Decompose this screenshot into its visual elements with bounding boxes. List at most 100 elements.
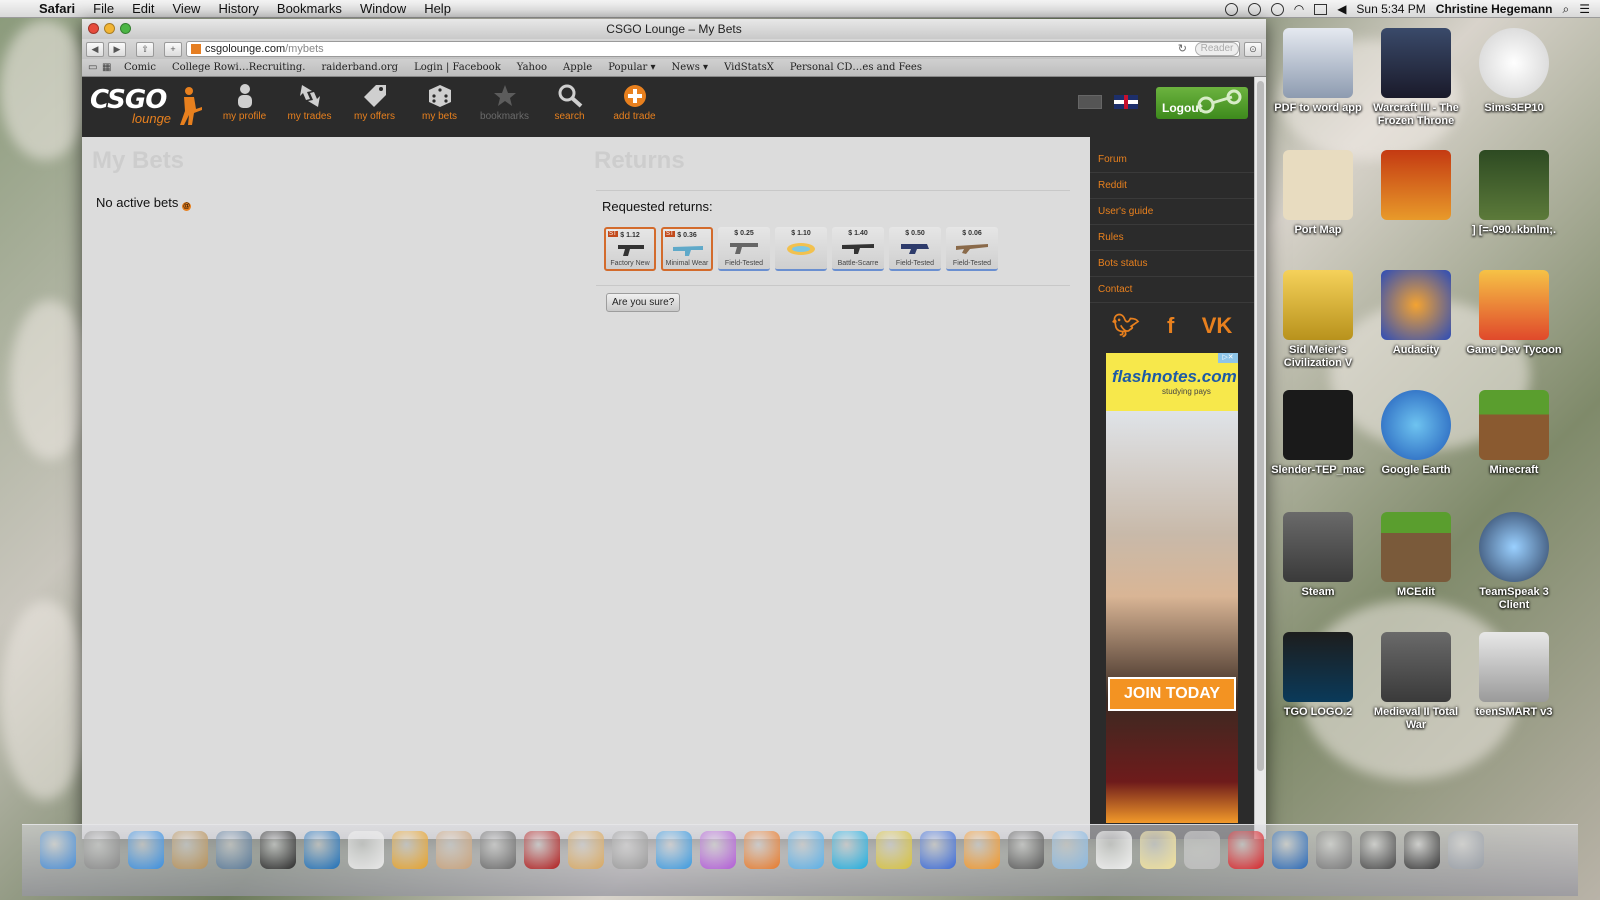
dock-app-icon[interactable] — [788, 831, 824, 869]
volume-icon[interactable]: ◀ — [1337, 2, 1346, 16]
desktop-icon[interactable]: PDF to word app — [1270, 28, 1366, 115]
dock-app-icon[interactable] — [1052, 831, 1088, 869]
sidebar-item-reddit[interactable]: Reddit — [1090, 173, 1254, 199]
dock-app-icon[interactable] — [260, 831, 296, 869]
nav-search[interactable]: search — [537, 81, 602, 122]
nav-my-offers[interactable]: my offers — [342, 81, 407, 122]
menu-help[interactable]: Help — [415, 1, 460, 16]
desktop-icon[interactable]: Game Dev Tycoon — [1466, 270, 1562, 357]
uk-flag-icon[interactable] — [1114, 95, 1138, 109]
sidebar-item-forum[interactable]: Forum — [1090, 147, 1254, 173]
back-button[interactable]: ◀ — [86, 41, 104, 57]
menu-edit[interactable]: Edit — [123, 1, 163, 16]
desktop-icon[interactable]: teenSMART v3 — [1466, 632, 1562, 719]
dock-app-icon[interactable] — [40, 831, 76, 869]
join-today-button[interactable]: JOIN TODAY — [1108, 677, 1236, 711]
reload-icon[interactable]: ↻ — [1178, 42, 1187, 56]
dock-app-icon[interactable] — [524, 831, 560, 869]
bookmark-item[interactable]: Personal CD…es and Fees — [782, 62, 930, 73]
dock-app-icon[interactable] — [304, 831, 340, 869]
dock-app-icon[interactable] — [1228, 831, 1264, 869]
sync-icon[interactable] — [1224, 2, 1238, 16]
desktop-icon[interactable]: MCEdit — [1368, 512, 1464, 599]
notification-center-icon[interactable]: ☰ — [1579, 2, 1590, 16]
wifi-icon[interactable]: ◠ — [1294, 2, 1304, 16]
desktop-icon[interactable]: Medieval II Total War — [1368, 632, 1464, 732]
desktop-icon[interactable]: Google Earth — [1368, 390, 1464, 477]
bookmark-item[interactable]: raiderband.org — [313, 62, 406, 73]
dock-app-icon[interactable] — [920, 831, 956, 869]
language-flag-icon[interactable] — [1078, 95, 1102, 109]
dock-app-icon[interactable] — [1184, 831, 1220, 869]
dock-app-icon[interactable] — [172, 831, 208, 869]
nav-add-trade[interactable]: add trade — [602, 81, 667, 122]
app-menu[interactable]: Safari — [30, 1, 84, 16]
dock-app-icon[interactable] — [84, 831, 120, 869]
scrollbar-thumb[interactable] — [1257, 81, 1264, 771]
close-window-icon[interactable] — [88, 23, 99, 34]
dock-app-icon[interactable] — [128, 831, 164, 869]
menu-bookmarks[interactable]: Bookmarks — [268, 1, 351, 16]
dock-app-icon[interactable] — [656, 831, 692, 869]
twitter-icon[interactable]: 🐦︎ — [1112, 313, 1140, 339]
sidebar-item-users-guide[interactable]: User's guide — [1090, 199, 1254, 225]
bookmark-item[interactable]: Popular ▾ — [600, 62, 663, 73]
share-button[interactable]: ⇧ — [136, 41, 154, 57]
time-machine-icon[interactable] — [1270, 2, 1284, 16]
accessibility-icon[interactable] — [1247, 2, 1261, 16]
dock-app-icon[interactable] — [1448, 831, 1484, 869]
dock-app-icon[interactable] — [1008, 831, 1044, 869]
battery-icon[interactable] — [1314, 3, 1328, 15]
logout-button[interactable]: Logout — [1156, 87, 1248, 119]
desktop-icon[interactable]: Warcraft III - The Frozen Throne — [1368, 28, 1464, 128]
bookmark-item[interactable]: Yahoo — [509, 62, 555, 73]
clock[interactable]: Sun 5:34 PM — [1356, 2, 1425, 16]
desktop-icon[interactable]: Slender-TEP_mac — [1270, 390, 1366, 477]
dock-app-icon[interactable] — [436, 831, 472, 869]
dock-app-icon[interactable] — [1404, 831, 1440, 869]
address-bar[interactable]: csgolounge.com/mybets ↻ Reader — [186, 41, 1240, 57]
dock-app-icon[interactable] — [876, 831, 912, 869]
menu-file[interactable]: File — [84, 1, 123, 16]
dock-app-icon[interactable] — [568, 831, 604, 869]
menu-window[interactable]: Window — [351, 1, 415, 16]
bookmark-item[interactable]: Comic — [116, 62, 164, 73]
forward-button[interactable]: ▶ — [108, 41, 126, 57]
desktop-icon[interactable]: Sims3EP10 — [1466, 28, 1562, 115]
advertisement[interactable]: ▷✕ flashnotes.com studying pays JOIN TOD… — [1106, 353, 1238, 823]
dock-app-icon[interactable] — [700, 831, 736, 869]
desktop-icon[interactable]: Sid Meier's Civilization V — [1270, 270, 1366, 370]
desktop-icon[interactable]: ] [=-090..kbnlm;. — [1466, 150, 1562, 237]
nav-my-trades[interactable]: my trades — [277, 81, 342, 122]
desktop-icon[interactable]: Port Map — [1270, 150, 1366, 237]
downloads-button[interactable]: ⊙ — [1244, 41, 1262, 57]
bookmark-item[interactable]: News ▾ — [664, 62, 717, 73]
sidebar-item-rules[interactable]: Rules — [1090, 225, 1254, 251]
return-item[interactable]: $ 0.25 Field-Tested — [718, 227, 770, 271]
return-item[interactable]: $ 1.10 — [775, 227, 827, 271]
top-sites-icon[interactable]: ▦ — [102, 62, 116, 73]
zoom-window-icon[interactable] — [120, 23, 131, 34]
desktop-icon[interactable]: TGO LOGO.2 — [1270, 632, 1366, 719]
menu-history[interactable]: History — [209, 1, 267, 16]
reading-list-icon[interactable]: ▭ — [88, 62, 102, 73]
dock-app-icon[interactable] — [1096, 831, 1132, 869]
nav-bookmarks[interactable]: bookmarks — [472, 81, 537, 122]
bookmark-item[interactable]: College Rowi…Recruiting. — [164, 62, 314, 73]
ad-choices-icon[interactable]: ▷✕ — [1218, 353, 1238, 363]
desktop-icon[interactable]: Minecraft — [1466, 390, 1562, 477]
dock-app-icon[interactable] — [1316, 831, 1352, 869]
minimize-window-icon[interactable] — [104, 23, 115, 34]
dock-app-icon[interactable] — [964, 831, 1000, 869]
menu-view[interactable]: View — [164, 1, 210, 16]
desktop-icon[interactable]: Steam — [1270, 512, 1366, 599]
confirm-returns-button[interactable]: Are you sure? — [606, 293, 681, 312]
nav-my-profile[interactable]: my profile — [212, 81, 277, 122]
return-item[interactable]: $ 0.06 Field-Tested — [946, 227, 998, 271]
dock-app-icon[interactable] — [832, 831, 868, 869]
page-scrollbar[interactable] — [1254, 77, 1266, 839]
desktop-icon[interactable]: TeamSpeak 3 Client — [1466, 512, 1562, 612]
site-logo[interactable]: CSGO lounge — [90, 85, 206, 129]
dock-app-icon[interactable] — [1272, 831, 1308, 869]
desktop-icon[interactable]: Audacity — [1368, 270, 1464, 357]
